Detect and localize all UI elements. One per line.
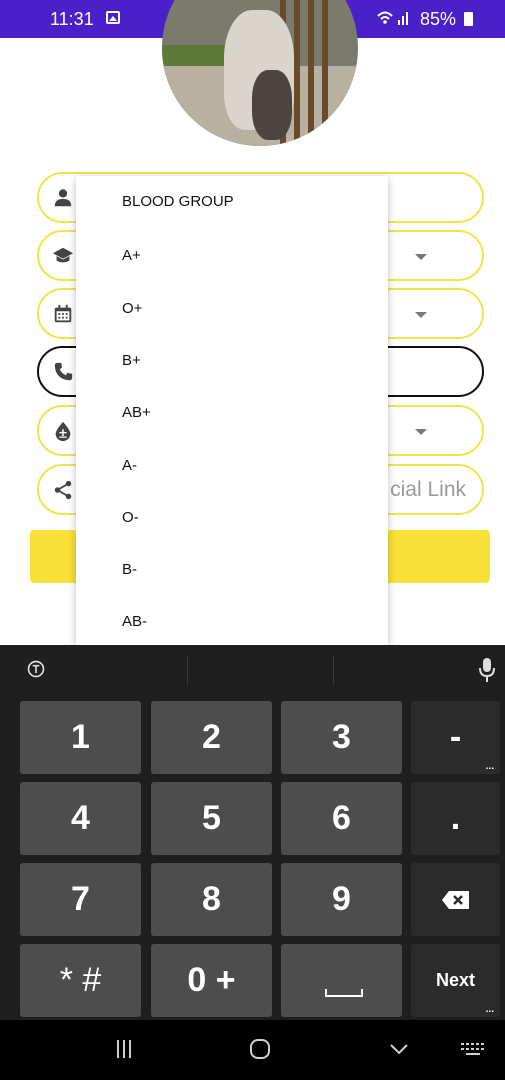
chevron-down-icon: [415, 429, 427, 435]
menu-item-a-neg[interactable]: A-: [122, 457, 137, 474]
home-icon[interactable]: [249, 1038, 271, 1060]
avatar-cat-back: [252, 70, 292, 140]
toolbar-divider: [187, 655, 188, 685]
key-period[interactable]: .: [411, 782, 500, 855]
key-0-plus[interactable]: 0 +: [151, 944, 272, 1017]
key-dash[interactable]: - ...: [411, 701, 500, 774]
key-backspace[interactable]: [411, 863, 500, 936]
avatar-rail: [308, 0, 314, 146]
menu-item-b-neg[interactable]: B-: [122, 561, 137, 578]
system-nav-bar: [0, 1020, 505, 1080]
wifi-signal-icon: [376, 9, 412, 30]
menu-item-header[interactable]: BLOOD GROUP: [122, 193, 234, 210]
toolbar-divider: [333, 655, 334, 685]
key-2[interactable]: 2: [151, 701, 272, 774]
key-space[interactable]: [281, 944, 402, 1017]
key-3[interactable]: 3: [281, 701, 402, 774]
key-symbols[interactable]: * #: [20, 944, 141, 1017]
menu-item-ab-neg[interactable]: AB-: [122, 613, 147, 630]
person-icon: [54, 189, 72, 207]
key-7[interactable]: 7: [20, 863, 141, 936]
avatar-rail: [322, 0, 328, 146]
recent-apps-icon[interactable]: [114, 1038, 134, 1060]
key-9[interactable]: 9: [281, 863, 402, 936]
blood-drop-icon: [55, 421, 71, 442]
key-6[interactable]: 6: [281, 782, 402, 855]
chevron-down-icon: [415, 312, 427, 318]
chevron-down-icon: [415, 254, 427, 260]
text-suggestion-icon[interactable]: [26, 659, 46, 679]
profile-avatar[interactable]: [162, 0, 358, 146]
numeric-keyboard: 1 2 3 - ... 4 5 6 . 7 8 9 * # 0 + Next .…: [0, 645, 505, 1020]
social-link-placeholder: cial Link: [390, 478, 466, 501]
back-chevron-down-icon[interactable]: [388, 1038, 410, 1060]
more-options-icon: ...: [485, 761, 494, 772]
key-1[interactable]: 1: [20, 701, 141, 774]
more-options-icon: ...: [485, 1004, 494, 1015]
image-notification-icon: [106, 11, 120, 24]
key-4[interactable]: 4: [20, 782, 141, 855]
avatar-rail: [294, 0, 300, 146]
keyboard-toolbar: [0, 645, 505, 693]
menu-item-a-pos[interactable]: A+: [122, 247, 141, 264]
battery-icon: [464, 12, 473, 26]
key-8[interactable]: 8: [151, 863, 272, 936]
blood-group-menu: BLOOD GROUP A+ O+ B+ AB+ A- O- B- AB-: [76, 176, 388, 645]
key-5[interactable]: 5: [151, 782, 272, 855]
menu-item-ab-pos[interactable]: AB+: [122, 404, 151, 421]
next-button[interactable]: Next ...: [411, 944, 500, 1017]
calendar-icon: [54, 304, 72, 323]
key-dash-label: -: [449, 718, 462, 756]
keyboard-icon[interactable]: [460, 1038, 486, 1060]
graduation-cap-icon: [52, 247, 74, 263]
menu-item-b-pos[interactable]: B+: [122, 352, 141, 369]
phone-icon: [54, 362, 73, 381]
share-icon: [54, 480, 72, 500]
next-button-label: Next: [435, 970, 475, 990]
microphone-icon[interactable]: [478, 657, 496, 683]
battery-percent: 85%: [420, 9, 457, 29]
status-time: 11:31: [50, 9, 94, 29]
menu-item-o-neg[interactable]: O-: [122, 509, 139, 526]
menu-item-o-pos[interactable]: O+: [122, 300, 142, 317]
backspace-icon: [441, 891, 469, 909]
